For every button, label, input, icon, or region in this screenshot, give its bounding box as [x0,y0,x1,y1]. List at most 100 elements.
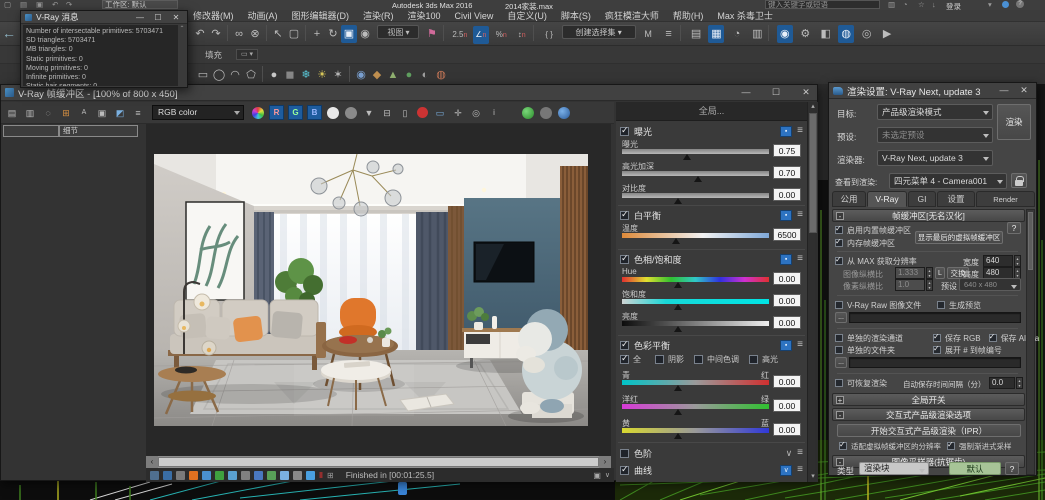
snowflake-tool-icon[interactable]: ❄ [298,66,314,84]
get-resolution-checkbox[interactable] [835,257,843,265]
render-settings-close-button[interactable]: ✕ [1016,83,1032,98]
view-to-render-dropdown[interactable]: 四元菜单 4 - Camera001 [889,173,1007,189]
sampler-default-button[interactable]: 默认 [949,462,1001,475]
enable-builtin-fb-checkbox[interactable] [835,226,843,234]
vfb-status-icon[interactable] [163,471,172,480]
corrections-panel-header[interactable]: 全局... [616,102,807,121]
aspect-lock-button[interactable]: L [935,267,945,279]
message-maximize-button[interactable]: ☐ [151,13,165,22]
highlight-burn-value[interactable]: 0.70 [773,166,801,179]
menu-render100[interactable]: 渲染100 [408,10,441,22]
temperature-value[interactable]: 6500 [773,228,801,241]
half-circle-tool-icon[interactable]: ◐ [417,66,433,84]
vfb-status-icon[interactable] [215,471,224,480]
force-progressive-checkbox[interactable] [947,442,955,450]
menu-scripting[interactable]: 脚本(S) [561,10,591,22]
undo-icon[interactable]: ↶ [52,0,58,9]
levels-menu-icon[interactable]: ≡ [797,448,803,458]
diamond-tool-icon[interactable]: ◆ [369,66,385,84]
scroll-down-icon[interactable]: ▾ [808,472,818,482]
geometry-tool-icon[interactable]: ◼ [282,66,298,84]
ipr-pause-icon[interactable] [540,107,552,119]
history-folder-icon[interactable]: ⊟ [379,106,395,120]
hue-saturation-checkbox[interactable] [620,255,629,264]
yellow-blue-value[interactable]: 0.00 [773,423,801,436]
scale-icon[interactable]: ▣ [341,25,357,43]
mono-channel-icon[interactable] [345,107,357,119]
vfb-status-icon[interactable] [150,471,159,480]
contrast-value[interactable]: 0.00 [773,188,801,201]
load-image-icon[interactable]: ▥ [22,106,38,120]
vray-message-log[interactable]: Number of intersectable primitives: 5703… [23,25,178,86]
saturation-value[interactable]: 0.00 [773,294,801,307]
vfb-menu-icon[interactable]: ≡ [130,106,146,120]
generate-preview-checkbox[interactable] [937,301,945,309]
duplicate-to-host-icon[interactable]: ⊞ [58,106,74,120]
exposure-checkbox[interactable] [620,127,629,136]
ipr-rollout-header[interactable]: -交互式产品级渲染选项 [832,408,1025,421]
mode-highlights-checkbox[interactable] [749,355,758,364]
search-input[interactable]: 键入关键字或短语 [765,0,880,9]
vfb-status-icon[interactable] [176,471,185,480]
start-ipr-button[interactable]: 开始交互式产品级渲染（IPR） [837,424,1021,437]
lightness-slider[interactable] [622,321,769,326]
back-arrow-icon[interactable]: ← [1,24,17,42]
material-editor-icon[interactable]: ◉ [777,25,793,43]
separate-folders-checkbox[interactable] [835,346,843,354]
select-region-icon[interactable]: ▢ [286,25,302,43]
scroll-left-icon[interactable]: ‹ [146,456,158,468]
vfb-status-icon[interactable] [280,471,289,480]
reference-coordinate-dropdown[interactable]: 视图 ▾ [377,25,419,39]
menu-graph-editors[interactable]: 图形编辑器(D) [292,10,350,22]
width-field[interactable]: 640 [983,255,1013,267]
mode-midtones-checkbox[interactable] [694,355,703,364]
hue-saturation-header[interactable]: 色相/饱和度 ▪ ≡ [616,252,807,266]
unlink-icon[interactable]: ⊗ [247,25,263,43]
color-balance-checkbox[interactable] [620,341,629,350]
expand-icon[interactable]: ⊞ [327,471,334,480]
render-setup-icon[interactable]: ⚙ [797,25,813,43]
vray-raw-checkbox[interactable] [835,301,843,309]
hue-saturation-reset-icon[interactable]: ▪ [780,254,792,265]
rendered-frame-window-icon[interactable]: ◧ [818,25,834,43]
magenta-green-slider[interactable] [622,404,769,409]
scroll-up-icon[interactable]: ▴ [808,102,818,112]
fb-help-button[interactable]: ? [1007,222,1021,234]
saturation-slider[interactable] [622,299,769,304]
channels-path-field[interactable] [849,357,1021,368]
curves-header[interactable]: 曲线 ∨ ≡ [616,463,807,477]
dock-icon[interactable]: ▣ [593,471,601,480]
light-tool-icon[interactable]: ☀ [314,66,330,84]
levels-header[interactable]: 色阶 ∨ ≡ [616,446,807,460]
render-settings-minimize-button[interactable]: — [996,83,1012,98]
expand-frame-checkbox[interactable] [933,346,941,354]
redo-icon[interactable]: ↷ [66,0,72,9]
scrollbar-thumb[interactable] [158,457,599,467]
primitive-arc-icon[interactable]: ◠ [227,66,243,84]
exposure-menu-icon[interactable]: ≡ [797,126,803,136]
white-balance-reset-icon[interactable]: ▪ [780,210,792,221]
contrast-slider[interactable] [622,193,769,198]
blue-channel-icon[interactable]: B [307,105,322,120]
channels-browse-button[interactable]: ... [835,357,847,368]
sampler-help-button[interactable]: ? [1005,462,1019,475]
fit-resolution-checkbox[interactable] [839,442,847,450]
schematic-view-icon[interactable]: ▥ [749,25,765,43]
image-aspect-field[interactable]: 1.333 [895,267,925,279]
lock-view-icon[interactable] [1011,173,1027,188]
message-minimize-button[interactable]: — [133,13,147,22]
vfb-status-icon[interactable] [306,471,315,480]
cyan-red-value[interactable]: 0.00 [773,375,801,388]
vfb-status-icon[interactable] [189,471,198,480]
search-options-icon[interactable]: ▥ [888,0,895,9]
color-wheel-icon[interactable] [252,107,264,119]
redo-scene-icon[interactable]: ↷ [208,25,224,43]
move-icon[interactable]: + [309,25,325,43]
corrections-panel-icon[interactable]: ◩ [112,106,128,120]
cyan-red-slider[interactable] [622,380,769,385]
angle-snap-icon[interactable]: ∠n [473,26,489,44]
vfb-maximize-button[interactable]: ☐ [766,85,786,100]
pixel-info-icon[interactable]: i [486,106,502,120]
render-settings-scrollbar[interactable] [1026,209,1035,475]
color-balance-reset-icon[interactable]: ▪ [780,340,792,351]
